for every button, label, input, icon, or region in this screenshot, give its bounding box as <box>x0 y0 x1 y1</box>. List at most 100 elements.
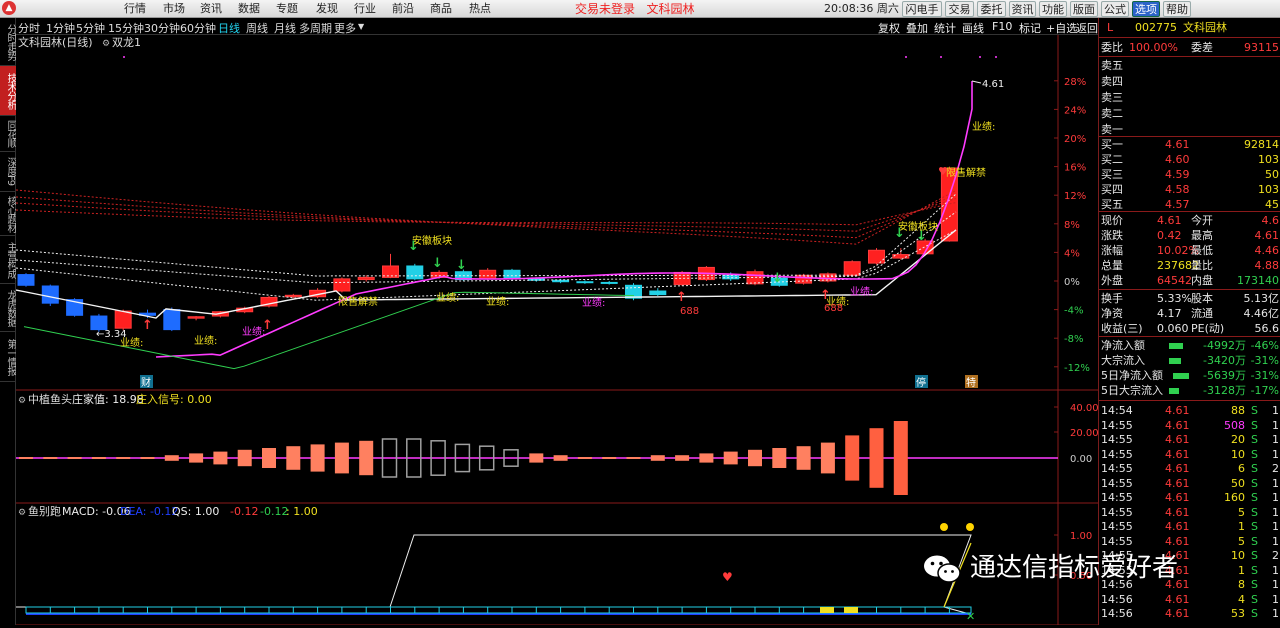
candle-body[interactable] <box>41 285 59 304</box>
tick-row[interactable]: 14:55 4.61 50 S 1 <box>1099 476 1280 491</box>
stat2-row[interactable]: 换手 5.33% 股本 5.13亿 <box>1099 291 1280 306</box>
candle-body[interactable] <box>503 269 521 280</box>
bid-row[interactable]: 买三 4.59 50 <box>1099 167 1280 182</box>
chart-tool[interactable]: 返回 <box>1076 20 1098 36</box>
ask-row[interactable]: 卖五 <box>1099 58 1280 73</box>
candle-body[interactable] <box>649 290 667 296</box>
stat2-row[interactable]: 收益(三) 0.060 PE(动) 56.6 <box>1099 321 1280 336</box>
gear-icon[interactable]: ⚙ <box>18 508 26 518</box>
left-tab[interactable]: 龙虎数据 <box>0 284 16 332</box>
candle-body[interactable] <box>600 281 618 284</box>
bid-row[interactable]: 买二 4.60 103 <box>1099 152 1280 167</box>
period-tab[interactable]: 月线 <box>274 20 296 36</box>
tick-row[interactable]: 14:55 4.61 6 S 2 <box>1099 461 1280 476</box>
bid-row[interactable]: 买五 4.57 45 <box>1099 197 1280 212</box>
toolbar-button[interactable]: 交易 <box>945 1 974 17</box>
flow-row[interactable]: 大宗流入 -3420万 -31% <box>1099 353 1280 368</box>
candle-body[interactable] <box>722 274 740 280</box>
stock-header[interactable]: L 002775 文科园林 <box>1099 20 1280 35</box>
period-tab[interactable]: 分时 <box>18 20 40 36</box>
candle-body[interactable] <box>552 279 570 283</box>
left-tab[interactable]: 第一情报 <box>0 332 16 382</box>
stat-row[interactable]: 涨跌 0.42 最高 4.61 <box>1099 228 1280 243</box>
period-tab[interactable]: 60分钟 <box>180 20 216 36</box>
tick-row[interactable]: 14:55 4.61 5 S 1 <box>1099 505 1280 520</box>
tick-row[interactable]: 14:55 4.61 10 S 1 <box>1099 447 1280 462</box>
ask-row[interactable]: 卖四 <box>1099 74 1280 89</box>
left-tab[interactable]: 核心题材 <box>0 192 16 236</box>
period-tab[interactable]: 5分钟 <box>76 20 105 36</box>
chart-tool[interactable]: 画线 <box>962 20 984 36</box>
tick-row[interactable]: 14:54 4.61 88 S 1 <box>1099 403 1280 418</box>
left-tab[interactable]: 深度F9 <box>0 152 16 192</box>
chart-tool[interactable]: 统计 <box>934 20 956 36</box>
toolbar-button[interactable]: 资讯 <box>1009 1 1036 17</box>
tick-row[interactable]: 14:55 4.61 5 S 1 <box>1099 534 1280 549</box>
flow-row[interactable]: 5日大宗流入 -3128万 -17% <box>1099 383 1280 398</box>
menu-item[interactable]: 行情 <box>124 0 146 18</box>
candle-body[interactable] <box>576 281 594 284</box>
login-notice[interactable]: 交易未登录 文科园林 <box>575 0 694 18</box>
toolbar-button[interactable]: 功能 <box>1039 1 1067 17</box>
candle-body[interactable] <box>17 274 35 286</box>
toolbar-button[interactable]: 公式 <box>1101 1 1129 17</box>
weibi-row[interactable]: 委比 100.00% 委差 93115 <box>1099 40 1280 55</box>
tick-row[interactable]: 14:55 4.61 20 S 1 <box>1099 432 1280 447</box>
candle-body[interactable] <box>114 310 132 329</box>
flow-row[interactable]: 5日净流入额 -5639万 -31% <box>1099 368 1280 383</box>
period-tab[interactable]: 周线 <box>246 20 268 36</box>
candle-body[interactable] <box>284 294 302 298</box>
tick-row[interactable]: 14:56 4.61 53 S 1 <box>1099 606 1280 621</box>
chart-svg[interactable]: 文科园林(日线) ⚙ 双龙128%24%20%16%12%8%4%0%-4%-8%-… <box>15 35 1099 626</box>
chart-tool[interactable]: 复权 <box>878 20 900 36</box>
period-tab[interactable]: 1分钟 <box>46 20 75 36</box>
gear-icon[interactable]: ⚙ <box>102 39 110 49</box>
ask-row[interactable]: 卖一 <box>1099 122 1280 137</box>
candle-body[interactable] <box>187 316 205 319</box>
more-chevron-icon[interactable]: ▼ <box>358 22 364 31</box>
toolbar-button[interactable]: 委托 <box>977 1 1006 17</box>
candle-body[interactable] <box>868 249 885 264</box>
menu-item[interactable]: 发现 <box>316 0 338 18</box>
chart-tool[interactable]: F10 <box>992 20 1012 33</box>
period-tab[interactable]: 更多 <box>334 20 356 36</box>
app-logo-icon[interactable]: ▲ <box>2 1 16 15</box>
menu-item[interactable]: 热点 <box>469 0 491 18</box>
ask-row[interactable]: 卖三 <box>1099 90 1280 105</box>
chart-tool[interactable]: 标记 <box>1019 20 1041 36</box>
stat2-row[interactable]: 净资 4.17 流通 4.46亿 <box>1099 306 1280 321</box>
left-tab[interactable]: 主营构成 <box>0 236 16 284</box>
toolbar-button[interactable]: 版面 <box>1070 1 1098 17</box>
toolbar-button[interactable]: 选项 <box>1132 1 1160 17</box>
menu-item[interactable]: 前沿 <box>392 0 414 18</box>
menu-item[interactable]: 市场 <box>163 0 185 18</box>
candle-body[interactable] <box>406 265 424 280</box>
tick-row[interactable]: 14:55 4.61 160 S 1 <box>1099 490 1280 505</box>
toolbar-button[interactable]: 闪电手 <box>902 1 942 17</box>
stat-row[interactable]: 总量 237682 量比 4.88 <box>1099 258 1280 273</box>
period-tab[interactable]: 15分钟 <box>108 20 144 36</box>
left-tab[interactable]: 分时走势 <box>0 18 16 66</box>
ask-row[interactable]: 卖二 <box>1099 106 1280 121</box>
tick-row[interactable]: 14:55 4.61 1 S 1 <box>1099 519 1280 534</box>
chart-tool[interactable]: +自选 <box>1046 20 1077 36</box>
period-tab[interactable]: 多周期 <box>299 20 332 36</box>
menu-item[interactable]: 商品 <box>430 0 452 18</box>
left-tab[interactable]: 同花顺 <box>0 116 16 152</box>
indicator-name[interactable]: 双龙1 <box>112 36 141 49</box>
bid-row[interactable]: 买四 4.58 103 <box>1099 182 1280 197</box>
stat-row[interactable]: 外盘 64542 内盘 173140 <box>1099 273 1280 288</box>
menu-item[interactable]: 行业 <box>354 0 376 18</box>
menu-item[interactable]: 资讯 <box>200 0 222 18</box>
stat-row[interactable]: 现价 4.61 今开 4.6 <box>1099 213 1280 228</box>
candle-body[interactable] <box>479 269 497 280</box>
menu-item[interactable]: 专题 <box>276 0 298 18</box>
flow-row[interactable]: 净流入额 -4992万 -46% <box>1099 338 1280 353</box>
chart-tool[interactable]: 叠加 <box>906 20 928 36</box>
candle-body[interactable] <box>90 315 108 331</box>
stat-row[interactable]: 涨幅 10.02% 最低 4.46 <box>1099 243 1280 258</box>
tick-row[interactable]: 14:55 4.61 508 S 1 <box>1099 418 1280 433</box>
left-tab[interactable]: 技术分析 <box>0 66 16 116</box>
period-tab[interactable]: 30分钟 <box>144 20 180 36</box>
gear-icon[interactable]: ⚙ <box>18 396 26 406</box>
